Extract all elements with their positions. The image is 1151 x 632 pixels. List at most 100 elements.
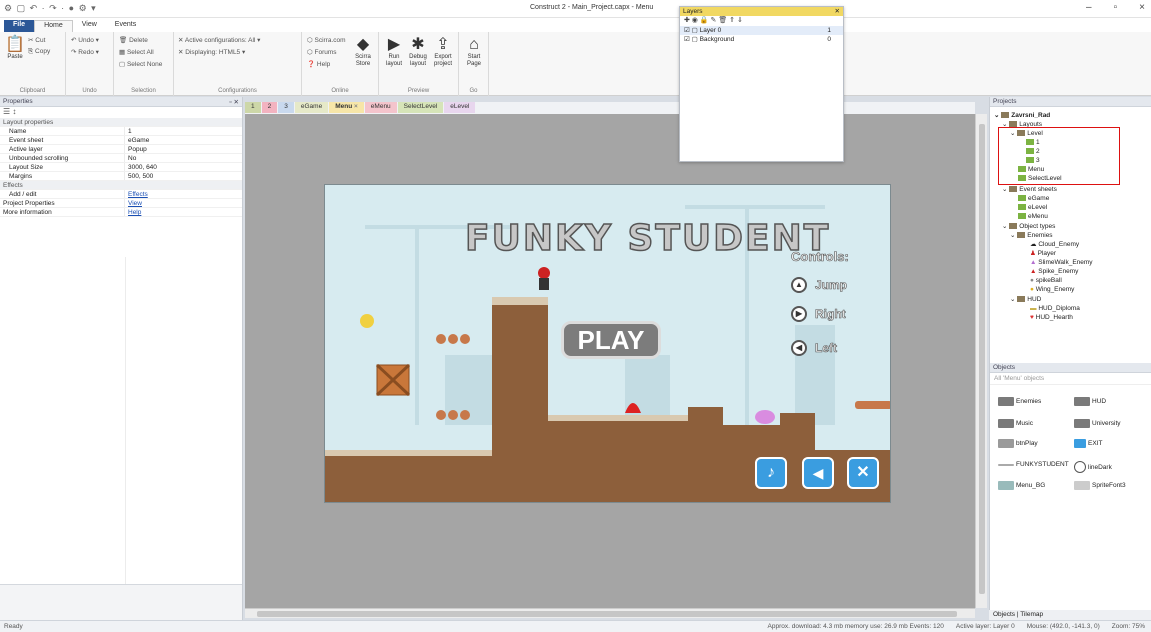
game-layout-view[interactable]: FUNKY STUDENT PLAY Controls: ▲ Jump ▶ Righ… xyxy=(324,184,891,503)
tab-events[interactable]: Events xyxy=(106,20,145,32)
close-icon[interactable]: ✕ xyxy=(835,7,840,16)
tab-file[interactable]: File xyxy=(4,20,35,32)
tree-hud[interactable]: ⌄ HUD xyxy=(1010,295,1041,304)
property-row[interactable]: Add / edit Effects xyxy=(0,190,242,199)
tab-selectlevel[interactable]: SelectLevel xyxy=(397,102,444,113)
scirra-link[interactable]: ⬡ Scirra.com xyxy=(307,36,346,44)
delete-button[interactable]: 🗑 Delete xyxy=(119,36,148,44)
control-left: ◀ Left xyxy=(791,340,837,356)
tree-enemies[interactable]: ⌄ Enemies xyxy=(1010,231,1053,240)
clipboard-group: 📋 Paste ✂ Cut ⎘ Copy Clipboard xyxy=(0,32,66,96)
horizontal-scrollbar[interactable] xyxy=(245,608,975,618)
property-row[interactable]: Active layer Popup xyxy=(0,145,242,154)
property-row[interactable]: More information Help xyxy=(0,208,242,217)
layout-properties-section[interactable]: Layout properties xyxy=(0,118,242,127)
tab-view[interactable]: View xyxy=(73,20,106,32)
tree-event-sheets[interactable]: ⌄ Event sheets xyxy=(1002,185,1057,194)
tree-enemy-item[interactable]: ♟ Player xyxy=(1030,249,1056,258)
layer-row[interactable]: ☑ ▢ Layer 01 xyxy=(680,26,843,35)
object-item[interactable]: Menu_BG xyxy=(998,481,1045,490)
tab-emenu[interactable]: eMenu xyxy=(364,102,397,113)
forums-link[interactable]: ⬡ Forums xyxy=(307,48,337,56)
object-item[interactable]: Music xyxy=(998,419,1033,428)
status-download: Approx. download: 4.3 mb memory use: 26.… xyxy=(767,623,944,630)
redo-button[interactable]: ↷ Redo ▾ xyxy=(71,48,99,56)
highlight-box xyxy=(998,127,1120,185)
select-all-button[interactable]: ▦ Select All xyxy=(119,48,154,56)
tab-elevel[interactable]: eLevel xyxy=(444,102,476,113)
sound-button[interactable]: ◀ xyxy=(802,457,834,489)
tree-hud-item[interactable]: ♥ HUD_Hearth xyxy=(1030,313,1073,322)
effects-section[interactable]: Effects xyxy=(0,181,242,190)
status-mouse: Mouse: (492.0, -141.3, 0) xyxy=(1026,623,1100,630)
event-sheet-icon xyxy=(1018,204,1026,211)
export-project-button[interactable]: ⇪ Export project xyxy=(431,36,455,68)
maximize-button[interactable]: ▫ xyxy=(1114,2,1118,13)
minimize-button[interactable]: – xyxy=(1086,2,1092,13)
active-configurations-dropdown[interactable]: ✕ Active configurations: All ▾ xyxy=(178,36,260,44)
tab-layout-3[interactable]: 3 xyxy=(278,102,294,113)
displaying-dropdown[interactable]: ✕ Displaying: HTML5 ▾ xyxy=(178,48,245,56)
tree-sheet[interactable]: eLevel xyxy=(1018,203,1047,212)
layer-row[interactable]: ☑ ▢ Background 0 xyxy=(680,35,843,44)
undo-button[interactable]: ↶ Undo ▾ xyxy=(71,36,99,44)
cut-button[interactable]: ✂ Cut xyxy=(28,36,45,44)
scroll-thumb[interactable] xyxy=(979,124,985,594)
property-row[interactable]: Name 1 xyxy=(0,127,242,136)
tab-objects[interactable]: Objects xyxy=(993,611,1015,618)
close-button[interactable]: × xyxy=(1139,2,1145,13)
tree-enemy-item[interactable]: ● spikeBall xyxy=(1030,276,1062,285)
objects-filter[interactable]: All 'Menu' objects xyxy=(990,373,1151,385)
tree-enemy-item[interactable]: ▲ SlimeWalk_Enemy xyxy=(1030,258,1093,267)
layers-panel: Layers ✕ ✚ ◉ 🔒 ✎ 🗑 ⇑ ⇓ ☑ ▢ Layer 01 ☑ ▢ B… xyxy=(679,6,844,162)
object-item[interactable]: btnPlay xyxy=(998,439,1038,448)
quick-access-toolbar[interactable]: ⚙ ▢ ↶ · ↷ · ● ⚙ ▾ xyxy=(4,3,97,14)
property-row[interactable]: Margins 500, 500 xyxy=(0,172,242,181)
object-item[interactable]: FUNKYSTUDENT xyxy=(998,461,1069,468)
property-row[interactable]: Layout Size 3000, 640 xyxy=(0,163,242,172)
tree-enemy-item[interactable]: ● Wing_Enemy xyxy=(1030,285,1074,294)
scroll-thumb[interactable] xyxy=(257,611,957,617)
close-icon[interactable]: ▫ ✕ xyxy=(229,98,239,106)
start-page-button[interactable]: ⌂ Start Page xyxy=(463,36,485,68)
tree-enemy-item[interactable]: ▲ Spike_Enemy xyxy=(1030,267,1078,276)
tree-object-types[interactable]: ⌄ Object types xyxy=(1002,222,1055,231)
object-item[interactable]: Enemies xyxy=(998,397,1041,406)
tab-home[interactable]: Home xyxy=(34,20,73,32)
layers-toolbar[interactable]: ✚ ◉ 🔒 ✎ 🗑 ⇑ ⇓ xyxy=(680,16,843,26)
store-button[interactable]: ◆ Scirra Store xyxy=(350,36,376,68)
exit-button[interactable]: ✕ xyxy=(847,457,879,489)
property-row[interactable]: Event sheet eGame xyxy=(0,136,242,145)
tab-layout-2[interactable]: 2 xyxy=(261,102,278,113)
tree-sheet[interactable]: eMenu xyxy=(1018,212,1048,221)
object-item[interactable]: lineDark xyxy=(1074,461,1112,473)
select-none-button[interactable]: ▢ Select None xyxy=(119,60,162,68)
tab-egame[interactable]: eGame xyxy=(294,102,329,113)
tab-menu[interactable]: Menu × xyxy=(329,102,364,113)
property-row[interactable]: Project Properties View xyxy=(0,199,242,208)
object-item[interactable]: SpriteFont3 xyxy=(1074,481,1126,490)
sort-icons[interactable]: ☰ ↕ xyxy=(0,107,242,118)
folder-icon xyxy=(1009,186,1018,193)
copy-button[interactable]: ⎘ Copy xyxy=(28,48,50,56)
debug-layout-button[interactable]: ✱ Debug layout xyxy=(407,36,429,68)
vertical-scrollbar[interactable] xyxy=(975,114,987,608)
run-layout-button[interactable]: ▶ Run layout xyxy=(383,36,405,68)
play-button[interactable]: PLAY xyxy=(561,321,661,359)
tree-sheet[interactable]: eGame xyxy=(1018,194,1049,203)
music-button[interactable]: ♪ xyxy=(755,457,787,489)
tab-tilemap[interactable]: Tilemap xyxy=(1020,611,1043,618)
tree-hud-item[interactable]: ▬ HUD_Diploma xyxy=(1030,304,1080,313)
object-item[interactable]: University xyxy=(1074,419,1121,428)
tree-root[interactable]: ⌄ Zavrsni_Rad xyxy=(994,111,1050,120)
object-item[interactable]: EXIT xyxy=(1074,439,1102,448)
property-row[interactable]: Unbounded scrolling No xyxy=(0,154,242,163)
help-link[interactable]: ❓ Help xyxy=(307,60,330,68)
tree-enemy-item[interactable]: ☁ Cloud_Enemy xyxy=(1030,240,1079,249)
arrow-up-icon: ▲ xyxy=(791,277,807,293)
tab-layout-1[interactable]: 1 xyxy=(245,102,261,113)
folder-icon xyxy=(1017,232,1026,239)
paste-button[interactable]: 📋 Paste xyxy=(5,36,25,61)
close-tab-icon[interactable]: × xyxy=(354,103,358,110)
object-item[interactable]: HUD xyxy=(1074,397,1106,406)
